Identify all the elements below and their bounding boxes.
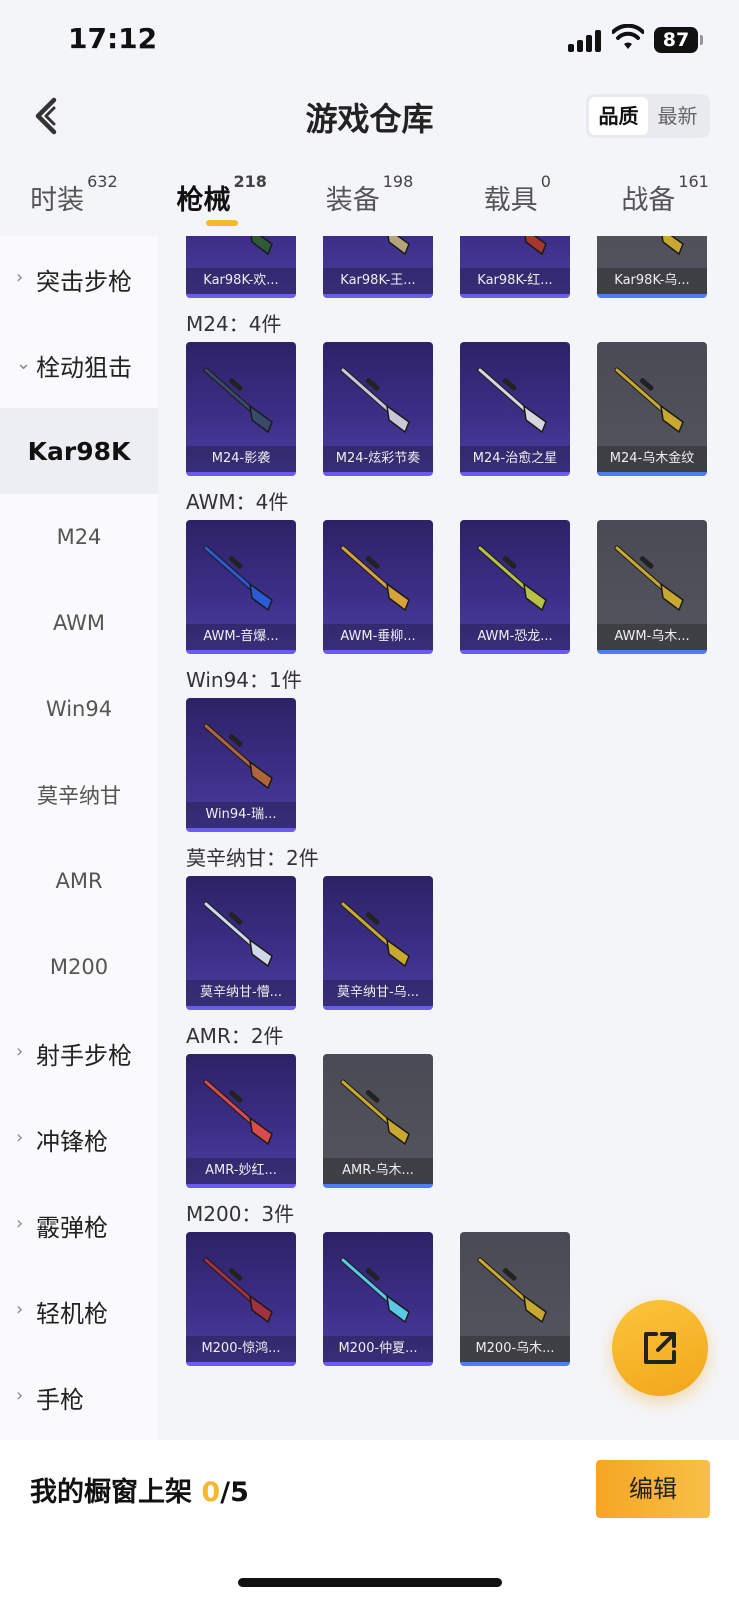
section-mosin-row: 莫辛纳甘-懵... 莫辛纳甘-乌... xyxy=(158,876,739,1012)
chevron-down-icon: ⌄ xyxy=(16,353,32,374)
skin-card[interactable]: Kar98K-王... xyxy=(323,236,433,298)
section-awm-row: AWM-音爆... AWM-垂柳... AWM-恐龙... AWM-乌木... xyxy=(158,520,739,656)
home-indicator xyxy=(238,1578,502,1587)
sidebar-item-marksman-rifle[interactable]: › 射手步枪 xyxy=(0,1010,158,1096)
section-kar98k-row: Kar98K-欢... Kar98K-王... Kar98K-红... Kar9… xyxy=(158,236,739,300)
share-external-icon xyxy=(644,1332,676,1364)
share-button[interactable] xyxy=(612,1300,708,1396)
skin-card[interactable]: AMR-乌木... xyxy=(323,1054,433,1188)
sidebar-item-smg[interactable]: › 冲锋枪 xyxy=(0,1096,158,1182)
rifle-icon xyxy=(614,367,684,434)
showcase-count: 我的橱窗上架 0/5 xyxy=(30,1477,249,1508)
skin-card[interactable]: Kar98K-乌... xyxy=(597,236,707,298)
tab-equipment[interactable]: 装备198 xyxy=(296,170,444,234)
sort-quality-button[interactable]: 品质 xyxy=(589,97,648,135)
weapon-category-sidebar: › 突击步枪 ⌄ 栓动狙击 Kar98K M24 AWM Win94 莫辛纳甘 AM… xyxy=(0,236,158,1440)
sidebar-item-bolt-sniper[interactable]: ⌄ 栓动狙击 xyxy=(0,322,158,408)
rifle-icon xyxy=(340,1079,410,1146)
status-bar: 17:12 87 xyxy=(0,0,739,80)
rifle-icon xyxy=(203,1079,273,1146)
sidebar-item-kar98k[interactable]: Kar98K xyxy=(0,408,158,494)
rifle-icon xyxy=(340,1257,410,1324)
sidebar-item-shotgun[interactable]: › 霰弹枪 xyxy=(0,1182,158,1268)
section-amr-row: AMR-妙红... AMR-乌木... xyxy=(158,1054,739,1190)
section-title-win94: Win94：1件 xyxy=(186,668,302,692)
section-win94-row: Win94-瑞... xyxy=(158,698,739,834)
chevron-right-icon: › xyxy=(16,1213,24,1234)
section-title-amr: AMR：2件 xyxy=(186,1024,284,1048)
rifle-icon xyxy=(340,367,410,434)
skin-card[interactable]: AMR-妙红... xyxy=(186,1054,296,1188)
sidebar-item-m200[interactable]: M200 xyxy=(0,924,158,1010)
section-m24-row: M24-影袭 M24-炫彩节奏 M24-治愈之星 M24-乌木金纹 xyxy=(158,342,739,478)
rifle-icon xyxy=(477,1257,547,1324)
skin-card[interactable]: Win94-瑞... xyxy=(186,698,296,832)
rifle-icon xyxy=(340,901,410,968)
edit-button[interactable]: 编辑 xyxy=(596,1460,710,1518)
rifle-icon xyxy=(203,367,273,434)
weapon-grid[interactable]: Kar98K-欢... Kar98K-王... Kar98K-红... Kar9… xyxy=(158,236,739,1440)
rifle-icon xyxy=(387,236,410,256)
rifle-icon xyxy=(477,367,547,434)
wifi-icon xyxy=(612,24,644,49)
signal-icon xyxy=(568,30,602,52)
chevron-right-icon: › xyxy=(16,267,24,288)
rifle-icon xyxy=(477,545,547,612)
tab-supplies[interactable]: 战备161 xyxy=(591,170,739,234)
rifle-icon xyxy=(203,1257,273,1324)
rifle-icon xyxy=(661,236,684,256)
sort-toggle: 品质 最新 xyxy=(586,94,710,138)
sidebar-item-pistol[interactable]: › 手枪 xyxy=(0,1354,158,1440)
section-title-m24: M24：4件 xyxy=(186,312,282,336)
skin-card[interactable]: M200-惊鸿... xyxy=(186,1232,296,1366)
skin-card[interactable]: M24-炫彩节奏 xyxy=(323,342,433,476)
skin-card[interactable]: 莫辛纳甘-懵... xyxy=(186,876,296,1010)
active-tab-indicator xyxy=(205,220,238,226)
skin-card[interactable]: Kar98K-欢... xyxy=(186,236,296,298)
tab-vehicles[interactable]: 载具0 xyxy=(443,170,591,234)
rifle-icon xyxy=(250,236,273,256)
rifle-icon xyxy=(203,901,273,968)
chevron-right-icon: › xyxy=(16,1385,24,1406)
showcase-bar: 我的橱窗上架 0/5 编辑 xyxy=(0,1440,739,1600)
status-time: 17:12 xyxy=(68,22,158,55)
tab-firearms[interactable]: 枪械218 xyxy=(148,170,296,234)
sidebar-item-win94[interactable]: Win94 xyxy=(0,666,158,752)
tab-fashion[interactable]: 时装632 xyxy=(0,170,148,234)
rifle-icon xyxy=(340,545,410,612)
chevron-right-icon: › xyxy=(16,1299,24,1320)
skin-card[interactable]: Kar98K-红... xyxy=(460,236,570,298)
skin-card[interactable]: M200-乌木... xyxy=(460,1232,570,1366)
rifle-icon xyxy=(203,545,273,612)
rifle-icon xyxy=(524,236,547,256)
header: 游戏仓库 品质 最新 xyxy=(0,80,739,160)
category-tabs: 时装632 枪械218 装备198 载具0 战备161 xyxy=(0,170,739,234)
skin-card[interactable]: AWM-恐龙... xyxy=(460,520,570,654)
section-title-m200: M200：3件 xyxy=(186,1202,295,1226)
chevron-right-icon: › xyxy=(16,1041,24,1062)
sidebar-item-awm[interactable]: AWM xyxy=(0,580,158,666)
skin-card[interactable]: AWM-垂柳... xyxy=(323,520,433,654)
sidebar-item-mosin[interactable]: 莫辛纳甘 xyxy=(0,752,158,838)
skin-card[interactable]: M24-治愈之星 xyxy=(460,342,570,476)
sidebar-item-assault-rifle[interactable]: › 突击步枪 xyxy=(0,236,158,322)
rifle-icon xyxy=(203,723,273,790)
sidebar-item-m24[interactable]: M24 xyxy=(0,494,158,580)
chevron-right-icon: › xyxy=(16,1127,24,1148)
rifle-icon xyxy=(614,545,684,612)
skin-card[interactable]: 莫辛纳甘-乌... xyxy=(323,876,433,1010)
skin-card[interactable]: M200-仲夏... xyxy=(323,1232,433,1366)
section-title-awm: AWM：4件 xyxy=(186,490,289,514)
sidebar-item-lmg[interactable]: › 轻机枪 xyxy=(0,1268,158,1354)
skin-card[interactable]: M24-乌木金纹 xyxy=(597,342,707,476)
sidebar-item-amr[interactable]: AMR xyxy=(0,838,158,924)
skin-card[interactable]: AWM-乌木... xyxy=(597,520,707,654)
skin-card[interactable]: AWM-音爆... xyxy=(186,520,296,654)
battery-indicator: 87 xyxy=(654,27,703,53)
skin-card[interactable]: M24-影袭 xyxy=(186,342,296,476)
sort-newest-button[interactable]: 最新 xyxy=(648,97,707,135)
section-title-mosin: 莫辛纳甘：2件 xyxy=(186,846,319,870)
